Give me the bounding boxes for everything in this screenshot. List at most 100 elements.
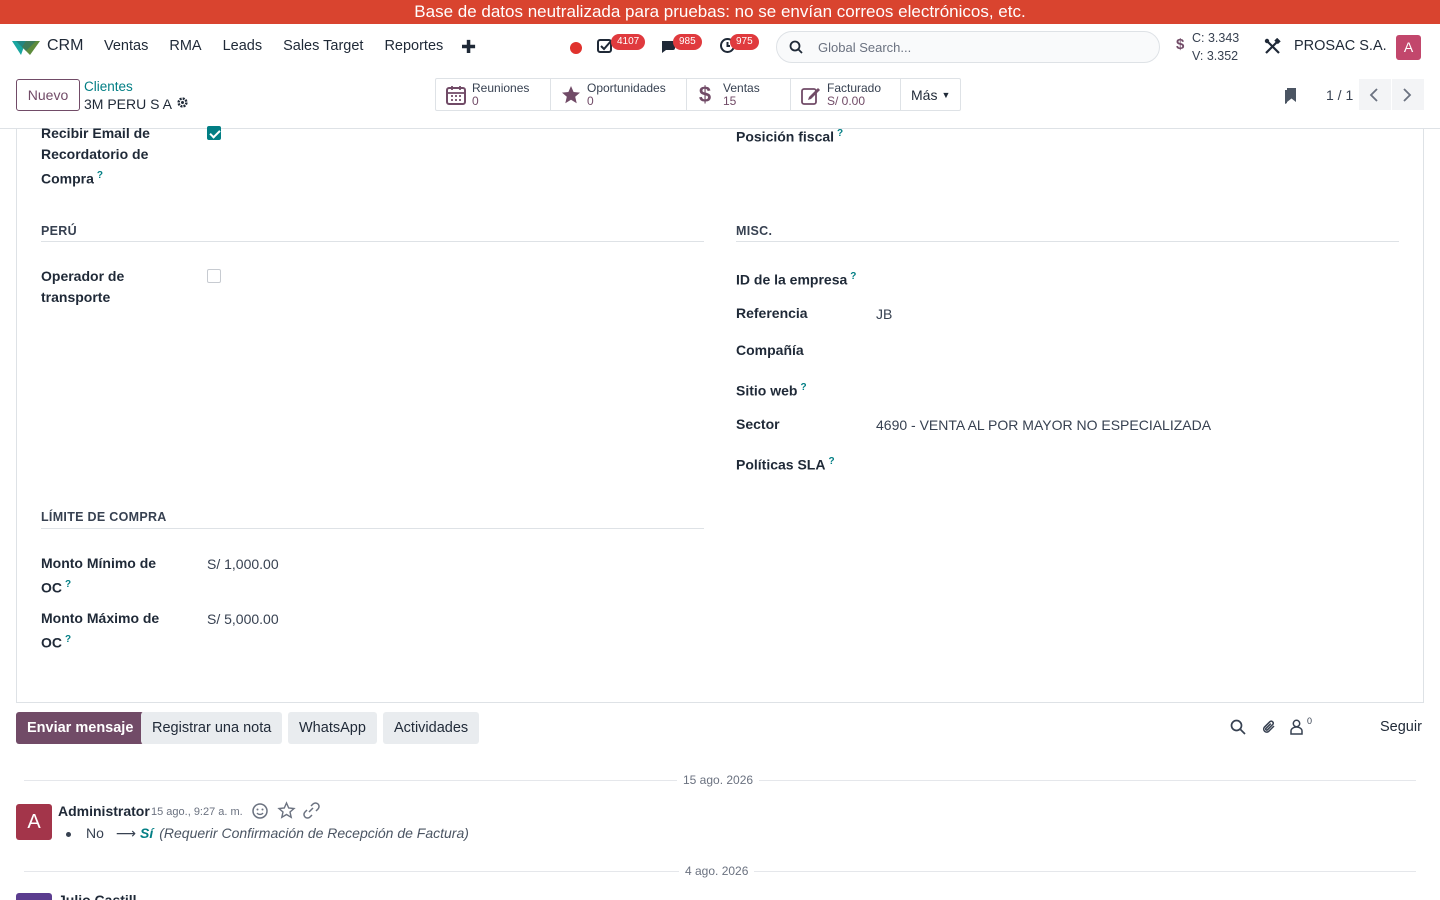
more-label: Más [911, 86, 938, 103]
follow-button[interactable]: Seguir [1380, 719, 1422, 735]
message-author-avatar[interactable]: A [16, 804, 52, 840]
more-dropdown-button[interactable]: Más ▼ [901, 79, 960, 110]
transport-operator-checkbox[interactable] [207, 269, 221, 283]
stat-label: Oportunidades [587, 80, 666, 95]
main-menu: Ventas RMA Leads Sales Target Reportes [104, 38, 464, 54]
whatsapp-button[interactable]: WhatsApp [288, 712, 377, 744]
breadcrumb-clientes[interactable]: Clientes [84, 79, 133, 94]
chevron-right-icon [1403, 88, 1412, 102]
dollar-icon: $ [698, 81, 712, 107]
sector-label: Sector [736, 416, 780, 432]
sla-policies-label: Políticas SLA? [736, 456, 835, 473]
plus-icon[interactable]: ✚ [461, 37, 476, 58]
min-oc-label: Monto Mínimo de OC? [41, 555, 157, 596]
top-navbar: CRM Ventas RMA Leads Sales Target Report… [0, 24, 1440, 70]
app-name[interactable]: CRM [47, 37, 83, 55]
pager-previous-button[interactable] [1359, 79, 1391, 110]
transport-operator-label: Operador de transporte [41, 268, 125, 305]
rate-compra: C: 3.343 [1192, 31, 1240, 45]
old-value: No [86, 825, 104, 841]
stat-value: 0 [587, 93, 594, 108]
tracking-change-line: No ⟶ Sí (Requerir Confirmación de Recepción… [66, 823, 469, 843]
menu-rma[interactable]: RMA [169, 38, 201, 54]
pager-next-button[interactable] [1392, 79, 1424, 110]
activities-button[interactable]: Actividades [383, 712, 480, 744]
global-search-input[interactable]: Global Search... [776, 31, 1160, 63]
company-label: Compañía [736, 342, 804, 358]
menu-reportes[interactable]: Reportes [384, 38, 443, 54]
paperclip-icon[interactable] [1261, 719, 1277, 735]
activities-badge: 4107 [611, 34, 646, 50]
help-tooltip-icon[interactable]: ? [65, 634, 71, 645]
stat-value: 15 [723, 93, 737, 108]
star-icon [562, 85, 580, 103]
stat-label: Reuniones [472, 80, 530, 95]
bookmark-icon[interactable] [1284, 87, 1298, 104]
new-value: Sí [139, 825, 154, 841]
section-misc: MISC. [736, 224, 773, 238]
tools-icon[interactable] [1264, 38, 1281, 55]
star-outline-icon[interactable] [277, 801, 296, 820]
smart-buttons: Reuniones 0 Oportunidades 0 $ Ventas 15 [435, 78, 962, 111]
section-purchase-limit: LÍMITE DE COMPRA [41, 510, 167, 524]
section-divider [41, 528, 704, 529]
smart-button-ventas[interactable]: $ Ventas 15 [687, 79, 791, 110]
followers-count: 0 [1307, 716, 1313, 726]
max-oc-label: Monto Máximo de OC? [41, 610, 160, 651]
pager-value[interactable]: 1 / 1 [1326, 87, 1353, 103]
search-placeholder: Global Search... [818, 40, 912, 55]
section-peru: PERÚ [41, 224, 77, 238]
smart-button-reuniones[interactable]: Reuniones 0 [436, 79, 551, 110]
log-note-button[interactable]: Registrar una nota [141, 712, 283, 744]
help-tooltip-icon[interactable]: ? [850, 271, 856, 282]
date-separator-label: 15 ago. 2026 [677, 773, 760, 787]
user-avatar[interactable]: A [1396, 35, 1421, 60]
send-message-button[interactable]: Enviar mensaje [16, 712, 145, 744]
min-oc-value[interactable]: S/ 1,000.00 [207, 554, 279, 575]
smart-button-oportunidades[interactable]: Oportunidades 0 [551, 79, 687, 110]
reference-value[interactable]: JB [876, 304, 892, 325]
crm-logo-icon[interactable] [12, 38, 40, 56]
tracked-field-name: (Requerir Confirmación de Recepción de F… [159, 825, 469, 841]
stat-value: S/ 0.00 [827, 93, 866, 108]
help-tooltip-icon[interactable]: ? [65, 579, 71, 590]
link-icon[interactable] [302, 801, 321, 820]
help-tooltip-icon[interactable]: ? [828, 456, 834, 467]
section-divider [41, 241, 704, 242]
menu-ventas[interactable]: Ventas [104, 38, 148, 54]
message-author[interactable]: Administrator [58, 803, 150, 819]
gear-icon[interactable] [176, 96, 189, 109]
bullet [66, 831, 71, 837]
followers-icon[interactable] [1290, 719, 1303, 735]
search-messages-icon[interactable] [1230, 719, 1246, 735]
control-panel: Nuevo Clientes 3M PERU S A Reuniones 0 O… [0, 70, 1440, 129]
help-tooltip-icon[interactable]: ? [97, 170, 103, 181]
email-reminder-label: Recibir Email de Recordatorio de Compra? [41, 125, 150, 187]
stat-label: Ventas [723, 80, 760, 95]
help-tooltip-icon[interactable]: ? [837, 128, 843, 139]
message-author-avatar[interactable] [16, 893, 52, 900]
record-status-icon[interactable] [570, 42, 582, 54]
date-separator-label: 4 ago. 2026 [679, 864, 755, 878]
smart-button-facturado[interactable]: Facturado S/ 0.00 [791, 79, 901, 110]
email-reminder-checkbox[interactable] [207, 126, 221, 140]
exchange-rates: C: 3.343 V: 3.352 [1192, 29, 1239, 65]
caret-down-icon: ▼ [941, 89, 951, 100]
max-oc-value[interactable]: S/ 5,000.00 [207, 609, 279, 630]
message-author[interactable]: Julio Castill [58, 892, 137, 900]
timers-badge: 975 [730, 34, 759, 50]
menu-sales-target[interactable]: Sales Target [283, 38, 363, 54]
currency-icon: $ [1176, 36, 1185, 53]
rate-venta: V: 3.352 [1192, 49, 1239, 63]
menu-leads[interactable]: Leads [223, 38, 263, 54]
stat-value: 0 [472, 93, 479, 108]
sector-value[interactable]: 4690 - VENTA AL POR MAYOR NO ESPECIALIZA… [876, 415, 1211, 436]
help-tooltip-icon[interactable]: ? [800, 382, 806, 393]
messages-badge: 985 [673, 34, 702, 50]
edit-invoice-icon [801, 87, 820, 105]
new-button[interactable]: Nuevo [16, 79, 80, 111]
arrow-right-icon: ⟶ [115, 825, 136, 841]
company-switcher[interactable]: PROSAC S.A. [1294, 38, 1387, 54]
search-icon [789, 40, 803, 54]
add-reaction-icon[interactable] [251, 801, 270, 820]
